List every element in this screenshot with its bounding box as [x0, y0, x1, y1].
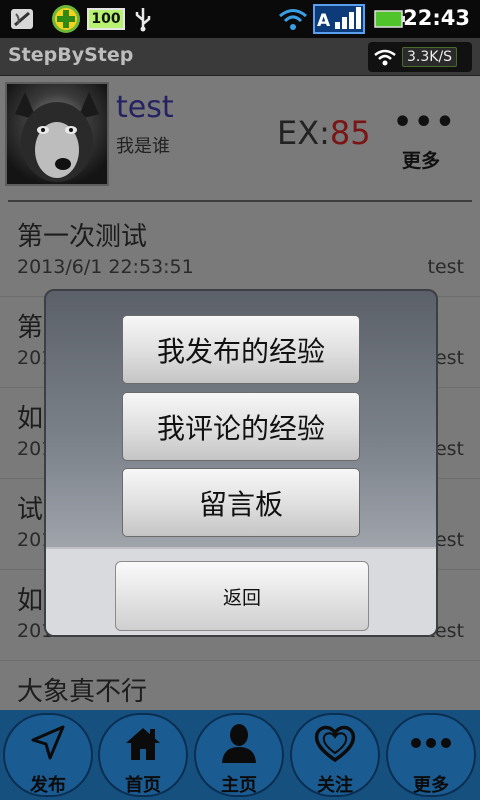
- list-item-title: 试: [17, 495, 44, 525]
- home-icon: [100, 721, 186, 765]
- options-dialog: 我发布的经验 我评论的经验 留言板 返回: [44, 289, 438, 637]
- more-dots-icon: [388, 721, 474, 765]
- divider: [8, 200, 472, 202]
- bottom-navigation: 发布 首页 主页 关注 更多: [0, 710, 480, 800]
- list-item-title: 第: [17, 313, 44, 343]
- nav-follow-button[interactable]: 关注: [290, 713, 380, 797]
- usb-icon: [130, 4, 156, 34]
- speed-value: 3.3K/S: [402, 47, 458, 67]
- status-bar: 100 A 22:43: [0, 0, 480, 38]
- dialog-footer: 返回: [46, 547, 436, 635]
- send-icon: [5, 721, 91, 765]
- nav-send-button[interactable]: 发布: [3, 713, 93, 797]
- nav-label: 主页: [221, 775, 257, 796]
- clock: 22:43: [403, 6, 470, 30]
- app-title-bar: StepByStep 3.3K/S: [0, 38, 480, 76]
- list-item-title: 大象真不行: [17, 677, 148, 707]
- battery-100-icon: 100: [86, 4, 126, 34]
- ex-value: 85: [329, 114, 371, 152]
- network-speed-indicator: 3.3K/S: [368, 42, 472, 72]
- app-title: StepByStep: [8, 44, 134, 66]
- list-item-date: 2013/6/1 22:53:51: [17, 256, 194, 278]
- plus-badge-icon: [50, 4, 82, 34]
- nav-profile-button[interactable]: 主页: [194, 713, 284, 797]
- list-item-title: 如: [17, 404, 44, 434]
- experience-points: EX:85: [277, 114, 371, 152]
- nav-label: 更多: [413, 775, 449, 796]
- wifi-icon: [374, 48, 396, 66]
- more-label: 更多: [401, 150, 440, 172]
- list-item-author: test: [427, 256, 465, 278]
- battery-icon: [373, 4, 407, 34]
- list-item[interactable]: 第一次测试 2013/6/1 22:53:51 test: [0, 206, 480, 297]
- heart-icon: [292, 721, 378, 765]
- nav-home-button[interactable]: 首页: [98, 713, 188, 797]
- list-item-title: 第一次测试: [17, 222, 148, 252]
- back-button[interactable]: 返回: [115, 561, 369, 631]
- svg-text:A: A: [317, 11, 331, 31]
- signal-bars-icon: A: [313, 4, 365, 34]
- nav-more-button[interactable]: 更多: [386, 713, 476, 797]
- more-button[interactable]: ••• 更多: [393, 105, 457, 173]
- ex-label: EX:: [277, 114, 330, 152]
- username: test: [116, 90, 174, 125]
- my-published-button[interactable]: 我发布的经验: [122, 315, 360, 384]
- list-item-title: 如: [17, 586, 44, 616]
- nav-label: 关注: [317, 775, 353, 796]
- user-icon: [196, 721, 282, 765]
- battery-percent: 100: [87, 8, 125, 30]
- user-subtitle: 我是谁: [116, 136, 170, 157]
- wifi-icon: [276, 4, 310, 34]
- nav-label: 发布: [30, 775, 66, 796]
- more-dots-icon: •••: [393, 105, 457, 140]
- no-signal-icon: [8, 4, 38, 34]
- nav-label: 首页: [125, 775, 161, 796]
- avatar[interactable]: [5, 82, 109, 186]
- message-board-button[interactable]: 留言板: [122, 468, 360, 537]
- profile-header: test 我是谁 EX:85 ••• 更多: [0, 76, 480, 198]
- my-commented-button[interactable]: 我评论的经验: [122, 392, 360, 461]
